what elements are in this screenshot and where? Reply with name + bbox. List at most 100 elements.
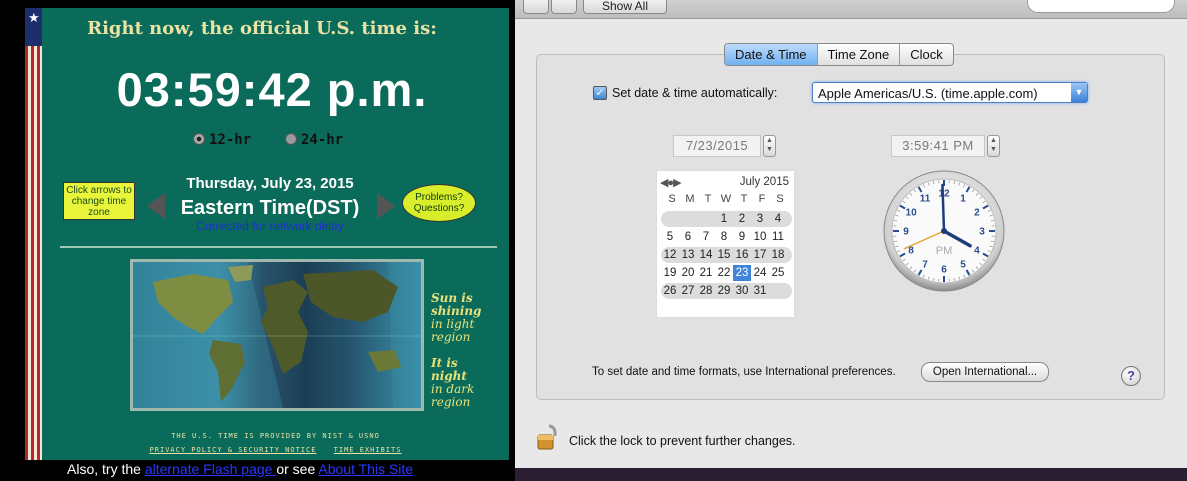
format-24hr-label: 24-hr [301,132,344,148]
international-hint: To set date and time formats, use Intern… [592,366,896,378]
calendar-week: 5 6 7 8 9 10 11 [661,229,792,245]
next-timezone-arrow-icon[interactable] [377,193,395,219]
headline: Right now, the official U.S. time is: [87,18,437,39]
calendar-day[interactable]: 12 [661,247,679,263]
calendar-day[interactable]: 28 [697,283,715,299]
clock-numeral: 9 [903,227,909,238]
calendar-day[interactable]: 8 [715,229,733,245]
weekday: W [720,193,732,205]
calendar-day[interactable]: 4 [769,211,787,227]
calendar-day[interactable]: 26 [661,283,679,299]
calendar-day[interactable]: 20 [679,265,697,281]
calendar-day[interactable]: 14 [697,247,715,263]
problems-questions-button[interactable]: Problems? Questions? [402,184,476,222]
auto-time-row: ✓ Set date & time automatically: [593,86,777,100]
calendar-day[interactable]: 17 [751,247,769,263]
calendar-day[interactable]: 5 [661,229,679,245]
calendar-day[interactable]: 22 [715,265,733,281]
night-legend-line: region [431,395,471,409]
weekday: S [668,193,676,205]
privacy-link[interactable]: PRIVACY POLICY & SECURITY NOTICE [150,446,317,454]
calendar-day[interactable]: 3 [751,211,769,227]
official-time: 03:59:42 p.m. [116,63,428,116]
lock-hint: Click the lock to prevent further change… [569,434,796,448]
clock-numeral: 4 [974,246,980,257]
calendar-day[interactable]: 16 [733,247,751,263]
back-button[interactable] [523,0,549,14]
forward-button[interactable] [551,0,577,14]
window-toolbar: Show All [515,0,1187,19]
calendar-day[interactable]: 2 [733,211,751,227]
calendar-day[interactable]: 9 [733,229,751,245]
time-stepper[interactable]: ▲ ▼ [987,135,1000,157]
search-input[interactable] [1027,0,1175,13]
calendar-day[interactable]: 27 [679,283,697,299]
clock-numeral: 2 [974,208,980,219]
about-site-link[interactable]: About This Site [318,461,413,477]
clock-numeral: 6 [941,265,947,276]
calendar-day [661,211,679,227]
calendar-day[interactable]: 21 [697,265,715,281]
sun-legend: Sun is shining in light region [431,292,481,344]
auto-time-label: Set date & time automatically: [612,86,778,100]
weekday-header: S M T W T F S [663,193,791,205]
calendar-day[interactable]: 23 [733,265,751,281]
calendar-week: 19 20 21 22 23 24 25 [661,265,792,281]
calendar-day[interactable]: 19 [661,265,679,281]
sun-legend-line: region [431,330,471,344]
calendar-day[interactable]: 7 [697,229,715,245]
time-field[interactable]: 3:59:41 PM [891,135,985,157]
world-map-graphic [133,262,421,408]
minute-hand [941,183,946,233]
also-prefix: Also, try the [67,461,145,477]
weekday: T [740,193,748,205]
weekday: T [704,193,712,205]
alternate-flash-link[interactable]: alternate Flash page [145,461,277,477]
flag-stripes [25,8,42,460]
lock-icon[interactable] [537,423,561,451]
provider-note: THE U.S. TIME IS PROVIDED BY NIST & USNO [171,432,380,440]
help-button[interactable]: ? [1121,366,1141,386]
calendar-day[interactable]: 11 [769,229,787,245]
star-icon: ★ [28,10,40,25]
calendar-day[interactable]: 18 [769,247,787,263]
current-timezone: Eastern Time(DST) [180,197,360,219]
date-field[interactable]: 7/23/2015 [673,135,761,157]
date-time-preferences-window: Show All Date & Time Time Zone Clock ✓ S… [515,0,1187,468]
settings-panel [536,54,1165,400]
nist-time-page: ★ Right now, the official U.S. time is: … [0,0,515,481]
calendar-day[interactable]: 1 [715,211,733,227]
world-daylight-map [130,259,424,411]
calendar-day[interactable]: 31 [751,283,769,299]
calendar-day[interactable]: 10 [751,229,769,245]
divider [60,246,497,248]
tab-bar: Date & Time Time Zone Clock [724,43,954,66]
tab-time-zone[interactable]: Time Zone [816,44,900,65]
format-24hr-radio[interactable]: 24-hr [285,132,343,148]
calendar-day[interactable]: 24 [751,265,769,281]
clock-numeral: 7 [922,259,928,270]
calendar-day[interactable]: 13 [679,247,697,263]
time-server-select[interactable]: Apple Americas/U.S. (time.apple.com) ▼ [812,82,1088,103]
dropdown-arrow-icon: ▼ [1071,83,1087,102]
show-all-button[interactable]: Show All [583,0,667,14]
calendar-nav-icon[interactable]: ◀●▶ [660,176,682,189]
tab-clock[interactable]: Clock [899,44,953,65]
calendar-week: 26 27 28 29 30 31 [661,283,792,299]
clock-numeral: 12 [938,189,950,200]
calendar-day[interactable]: 25 [769,265,787,281]
calendar-day[interactable]: 6 [679,229,697,245]
open-international-button[interactable]: Open International... [921,362,1049,382]
also-mid: or see [276,461,319,477]
date-stepper[interactable]: ▲ ▼ [763,135,776,157]
calendar-day[interactable]: 30 [733,283,751,299]
calendar-week: 12 13 14 15 16 17 18 [661,247,792,263]
format-12hr-radio[interactable]: 12-hr [193,132,251,148]
current-date: Thursday, July 23, 2015 [186,175,354,192]
calendar-day[interactable]: 29 [715,283,733,299]
time-exhibits-link[interactable]: TIME EXHIBITS [334,446,402,454]
auto-time-checkbox[interactable]: ✓ [593,86,607,100]
tab-date-time[interactable]: Date & Time [725,44,817,65]
calendar-day[interactable]: 15 [715,247,733,263]
weekday: S [776,193,784,205]
